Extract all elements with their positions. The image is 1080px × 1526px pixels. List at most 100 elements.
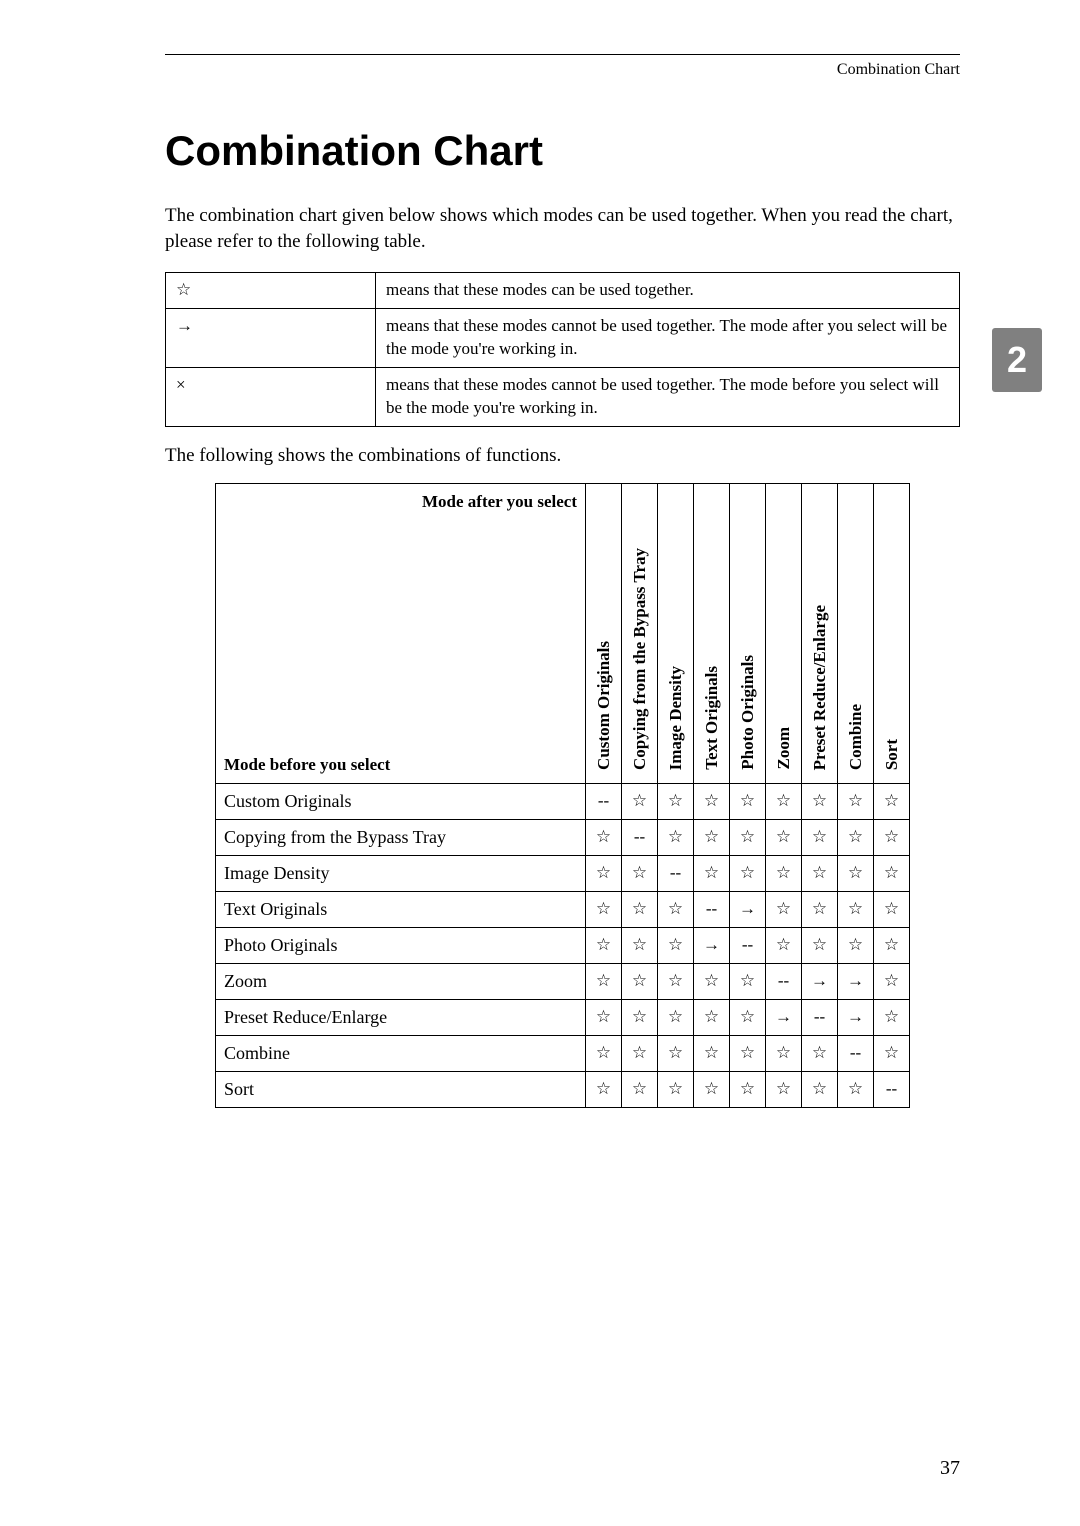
table-row: Combine☆☆☆☆☆☆☆--☆ [216,1035,910,1071]
intro-text: The combination chart given below shows … [165,203,960,254]
column-header-label: Copying from the Bypass Tray [630,540,650,778]
corner-top-label: Mode after you select [422,492,577,512]
compat-cell: ☆ [622,927,658,963]
legend-meaning: means that these modes cannot be used to… [376,309,960,368]
table-row: Preset Reduce/Enlarge☆☆☆☆☆→--→☆ [216,999,910,1035]
compat-cell: ☆ [874,963,910,999]
compat-cell: ☆ [766,819,802,855]
compat-cell: → [694,927,730,963]
compat-cell: ☆ [766,1035,802,1071]
compat-cell: → [730,891,766,927]
compat-cell: -- [658,855,694,891]
page-title: Combination Chart [165,127,960,175]
column-header: Custom Originals [586,483,622,783]
compat-cell: -- [694,891,730,927]
compat-cell: ☆ [802,819,838,855]
compat-cell: ☆ [838,855,874,891]
compat-cell: ☆ [658,819,694,855]
compat-cell: -- [874,1071,910,1107]
compat-cell: -- [838,1035,874,1071]
compat-cell: ☆ [694,963,730,999]
compat-cell: ☆ [730,963,766,999]
compat-cell: ☆ [586,927,622,963]
row-header: Sort [216,1071,586,1107]
compat-cell: ☆ [766,891,802,927]
row-header: Combine [216,1035,586,1071]
compat-cell: ☆ [766,1071,802,1107]
compat-cell: ☆ [874,1035,910,1071]
subtext: The following shows the combinations of … [165,445,960,467]
compat-cell: → [802,963,838,999]
column-header-label: Preset Reduce/Enlarge [810,597,830,778]
compat-cell: ☆ [802,1035,838,1071]
legend-meaning: means that these modes can be used toget… [376,273,960,309]
table-row: Sort☆☆☆☆☆☆☆☆-- [216,1071,910,1107]
compat-cell: ☆ [586,891,622,927]
legend-symbol: × [166,368,376,427]
compat-cell: ☆ [730,783,766,819]
compat-cell: ☆ [802,891,838,927]
compat-cell: ☆ [694,1035,730,1071]
corner-bottom-label: Mode before you select [224,755,390,775]
compat-cell: -- [622,819,658,855]
column-header-label: Zoom [774,719,794,778]
compat-cell: ☆ [658,963,694,999]
compat-cell: ☆ [622,999,658,1035]
legend-row: ×means that these modes cannot be used t… [166,368,960,427]
compat-cell: ☆ [874,855,910,891]
compat-cell: ☆ [730,999,766,1035]
compat-cell: ☆ [838,891,874,927]
compat-cell: ☆ [838,927,874,963]
compat-cell: ☆ [586,855,622,891]
compat-cell: ☆ [802,783,838,819]
compat-cell: → [766,999,802,1035]
column-header-label: Sort [882,731,902,778]
compat-cell: → [838,999,874,1035]
compat-cell: ☆ [874,999,910,1035]
compat-cell: ☆ [694,999,730,1035]
compat-cell: ☆ [586,963,622,999]
compat-cell: ☆ [730,1035,766,1071]
table-row: Custom Originals--☆☆☆☆☆☆☆☆ [216,783,910,819]
page-number: 37 [940,1457,960,1480]
compat-cell: ☆ [730,819,766,855]
column-header-label: Text Originals [702,658,722,778]
compat-cell: -- [766,963,802,999]
compat-cell: -- [730,927,766,963]
compat-cell: ☆ [802,855,838,891]
legend-row: ☆means that these modes can be used toge… [166,273,960,309]
compat-cell: ☆ [622,783,658,819]
compat-cell: ☆ [838,783,874,819]
table-row: Zoom☆☆☆☆☆--→→☆ [216,963,910,999]
compat-cell: -- [586,783,622,819]
compat-cell: ☆ [694,1071,730,1107]
legend-meaning: means that these modes cannot be used to… [376,368,960,427]
table-row: Text Originals☆☆☆--→☆☆☆☆ [216,891,910,927]
compat-cell: ☆ [838,1071,874,1107]
legend-symbol: → [166,309,376,368]
compat-cell: ☆ [694,783,730,819]
compat-cell: ☆ [766,783,802,819]
column-header-label: Custom Originals [594,633,614,778]
legend-symbol: ☆ [166,273,376,309]
compat-cell: ☆ [874,927,910,963]
column-header: Preset Reduce/Enlarge [802,483,838,783]
compat-cell: ☆ [622,891,658,927]
row-header: Custom Originals [216,783,586,819]
row-header: Zoom [216,963,586,999]
row-header: Photo Originals [216,927,586,963]
column-header-label: Combine [846,696,866,778]
compat-cell: ☆ [622,1035,658,1071]
legend-row: →means that these modes cannot be used t… [166,309,960,368]
compat-cell: -- [802,999,838,1035]
compat-cell: ☆ [802,1071,838,1107]
compat-cell: ☆ [658,999,694,1035]
compatibility-table: Mode after you select Mode before you se… [215,483,910,1108]
compat-cell: ☆ [658,1071,694,1107]
compat-cell: ☆ [874,891,910,927]
compat-cell: ☆ [802,927,838,963]
compat-cell: ☆ [658,891,694,927]
row-header: Text Originals [216,891,586,927]
table-row: Image Density☆☆--☆☆☆☆☆☆ [216,855,910,891]
column-header: Sort [874,483,910,783]
